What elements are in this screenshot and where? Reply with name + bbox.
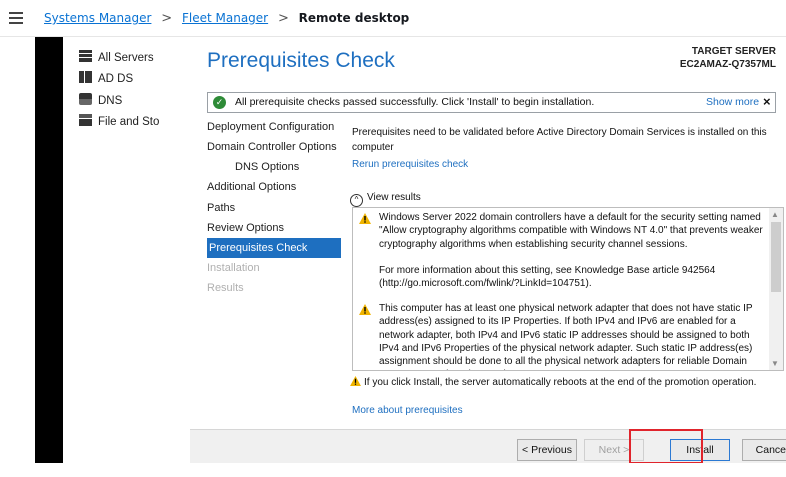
warning-icon [350,376,361,386]
more-about-prerequisites-link[interactable]: More about prerequisites [352,405,463,416]
success-check-icon: ✓ [213,96,226,109]
nav-prerequisites-check[interactable]: Prerequisites Check [207,238,341,258]
scroll-down-icon[interactable]: ▼ [771,359,779,368]
result-item: For more information about this setting,… [379,265,716,290]
menu-icon[interactable] [9,12,23,24]
nav-label: Prerequisites Check [209,242,308,254]
breadcrumb-fleet-manager[interactable]: Fleet Manager [182,11,268,25]
results-scrollbar[interactable]: ▲ ▼ [769,208,783,370]
results-list[interactable]: Windows Server 2022 domain controllers h… [352,207,784,371]
page-title: Prerequisites Check [207,49,395,72]
sidebar-item-all-servers[interactable]: All Servers [79,50,154,68]
scrollbar-thumb[interactable] [771,222,781,292]
previous-button[interactable]: < Previous [517,439,577,461]
result-item: Windows Server 2022 domain controllers h… [379,212,763,250]
target-server: TARGET SERVER EC2AMAZ-Q7357ML [680,45,776,71]
breadcrumb-separator: > [161,11,173,26]
scroll-up-icon[interactable]: ▲ [771,210,779,219]
nav-installation: Installation [207,262,260,274]
close-icon[interactable]: × [763,94,771,109]
warning-icon [359,304,371,315]
remote-desktop-edge [35,37,63,463]
remote-desktop-viewport[interactable]: All Servers AD DS DNS File and Sto Prere… [35,37,786,463]
view-results-label: View results [367,192,421,203]
show-more-link[interactable]: Show more [706,96,759,108]
chevron-up-icon: ^ [350,194,363,207]
bottom-strip [0,463,786,477]
target-server-label: TARGET SERVER [691,46,776,57]
breadcrumb-current: Remote desktop [298,11,410,25]
view-results-toggle[interactable]: ^ View results [350,192,421,207]
sidebar-item-label: All Servers [98,52,154,64]
success-banner: ✓ All prerequisite checks passed success… [207,92,776,113]
sidebar-item-label: File and Sto [98,116,160,128]
sidebar-item-ad-ds[interactable]: AD DS [79,71,133,89]
sidebar-item-label: DNS [98,95,123,107]
sidebar-item-dns[interactable]: DNS [79,93,122,111]
banner-message: All prerequisite checks passed successfu… [235,96,595,108]
nav-deployment-configuration[interactable]: Deployment Configuration [207,117,334,137]
breadcrumb: Systems Manager > Fleet Manager > Remote… [44,11,409,26]
install-warning: If you click Install, the server automat… [350,376,756,388]
nav-dns-options[interactable]: DNS Options [235,157,299,177]
sidebar-item-file-storage[interactable]: File and Sto [79,114,159,132]
dns-icon [79,93,92,105]
rerun-prerequisites-link[interactable]: Rerun prerequisites check [352,159,468,170]
description-text: Prerequisites need to be validated befor… [352,127,767,153]
nav-results: Results [207,282,244,294]
target-server-name: EC2AMAZ-Q7357ML [679,59,776,70]
sidebar-item-label: AD DS [98,73,134,85]
warning-icon [359,213,371,224]
nav-paths[interactable]: Paths [207,198,235,218]
breadcrumb-separator: > [277,11,289,26]
servers-icon [79,50,92,62]
file-storage-icon [79,114,92,126]
server-manager-sidebar: All Servers AD DS DNS File and Sto [63,37,190,463]
ad-ds-configuration-wizard: Prerequisites Check TARGET SERVER EC2AMA… [190,37,786,463]
top-bar: Systems Manager > Fleet Manager > Remote… [0,0,786,37]
nav-domain-controller-options[interactable]: Domain Controller Options [207,137,337,157]
install-highlight-box [629,429,703,464]
ad-ds-icon [79,71,92,83]
nav-additional-options[interactable]: Additional Options [207,177,296,197]
breadcrumb-systems-manager[interactable]: Systems Manager [44,11,151,25]
result-item: This computer has at least one physical … [379,303,753,370]
cancel-button[interactable]: Cancel [742,439,786,461]
install-note-text: If you click Install, the server automat… [364,377,757,388]
nav-review-options[interactable]: Review Options [207,218,284,238]
